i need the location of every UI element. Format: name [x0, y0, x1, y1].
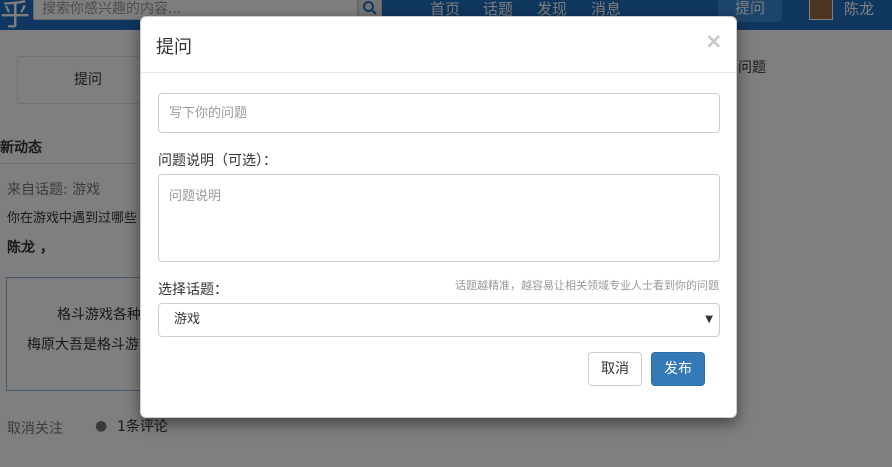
- dialog-header-divider: [141, 72, 736, 73]
- ask-question-dialog: 提问 × 问题说明（可选）： 选择话题： 话题越精准，越容易让相关领域专业人士看…: [140, 16, 737, 418]
- question-title-input[interactable]: [158, 93, 720, 133]
- publish-button[interactable]: 发布: [651, 352, 705, 386]
- topic-hint: 话题越精准，越容易让相关领域专业人士看到你的问题: [455, 279, 719, 292]
- topic-label: 选择话题：: [158, 282, 228, 298]
- dialog-title: 提问: [156, 37, 192, 58]
- cancel-button[interactable]: 取消: [588, 352, 642, 386]
- description-label: 问题说明（可选）：: [158, 153, 277, 169]
- chevron-down-icon: ▼: [705, 314, 713, 325]
- description-textarea[interactable]: [158, 174, 720, 262]
- topic-select[interactable]: 游戏 ▼: [158, 303, 720, 337]
- close-icon[interactable]: ×: [705, 29, 723, 53]
- topic-selected-value: 游戏: [174, 312, 201, 327]
